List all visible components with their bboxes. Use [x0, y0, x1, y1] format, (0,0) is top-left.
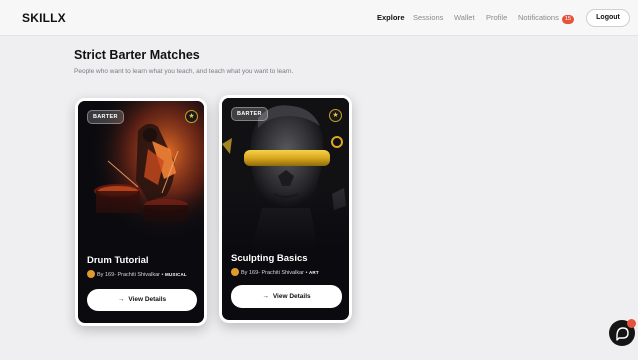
- avatar: [231, 268, 239, 276]
- view-details-label: View Details: [128, 296, 167, 303]
- notifications-count-badge: 15: [561, 15, 574, 24]
- nav-sessions[interactable]: Sessions: [413, 13, 443, 22]
- barter-badge: BARTER: [87, 110, 124, 124]
- arrow-right-icon: →: [117, 296, 125, 303]
- nav-profile[interactable]: Profile: [486, 13, 507, 22]
- star-icon[interactable]: ★: [329, 109, 342, 122]
- chat-button[interactable]: [609, 319, 636, 346]
- nav-explore[interactable]: Explore: [377, 13, 405, 22]
- card-category: MUSICAL: [164, 272, 187, 277]
- star-icon[interactable]: ★: [185, 110, 198, 123]
- app-logo[interactable]: SKILLX: [22, 11, 66, 25]
- chat-unread-dot: [627, 319, 636, 328]
- skill-card-drum-tutorial[interactable]: BARTER ★ Drum Tutorial By 169- Prachiti …: [75, 98, 207, 326]
- barter-badge: BARTER: [231, 107, 268, 121]
- skill-card-sculpting-basics[interactable]: BARTER ★ Sculpting Basics By 169- Prachi…: [219, 95, 352, 323]
- card-title: Sculpting Basics: [231, 253, 308, 264]
- nav-wallet[interactable]: Wallet: [454, 13, 475, 22]
- nav-notifications[interactable]: Notifications 15: [518, 13, 574, 24]
- avatar: [87, 270, 95, 278]
- view-details-label: View Details: [272, 293, 311, 300]
- card-author-text: By 169- Prachiti Shivalkar •: [241, 270, 308, 276]
- nav-notifications-label: Notifications: [518, 13, 559, 22]
- page-subtitle: People who want to learn what you teach,…: [74, 68, 294, 75]
- card-title: Drum Tutorial: [87, 255, 149, 266]
- card-author: By 169- Prachiti Shivalkar • MUSICAL: [87, 270, 187, 278]
- arrow-right-icon: →: [262, 293, 269, 300]
- top-nav: SKILLX Explore Sessions Wallet Profile N…: [0, 0, 638, 36]
- card-category: ART: [308, 270, 319, 275]
- card-author: By 169- Prachiti Shivalkar • ART: [231, 268, 319, 276]
- page-title: Strict Barter Matches: [74, 48, 200, 62]
- card-author-text: By 169- Prachiti Shivalkar •: [97, 272, 164, 278]
- view-details-button[interactable]: → View Details: [231, 285, 342, 308]
- view-details-button[interactable]: → View Details: [87, 289, 197, 311]
- logout-button[interactable]: Logout: [586, 9, 630, 27]
